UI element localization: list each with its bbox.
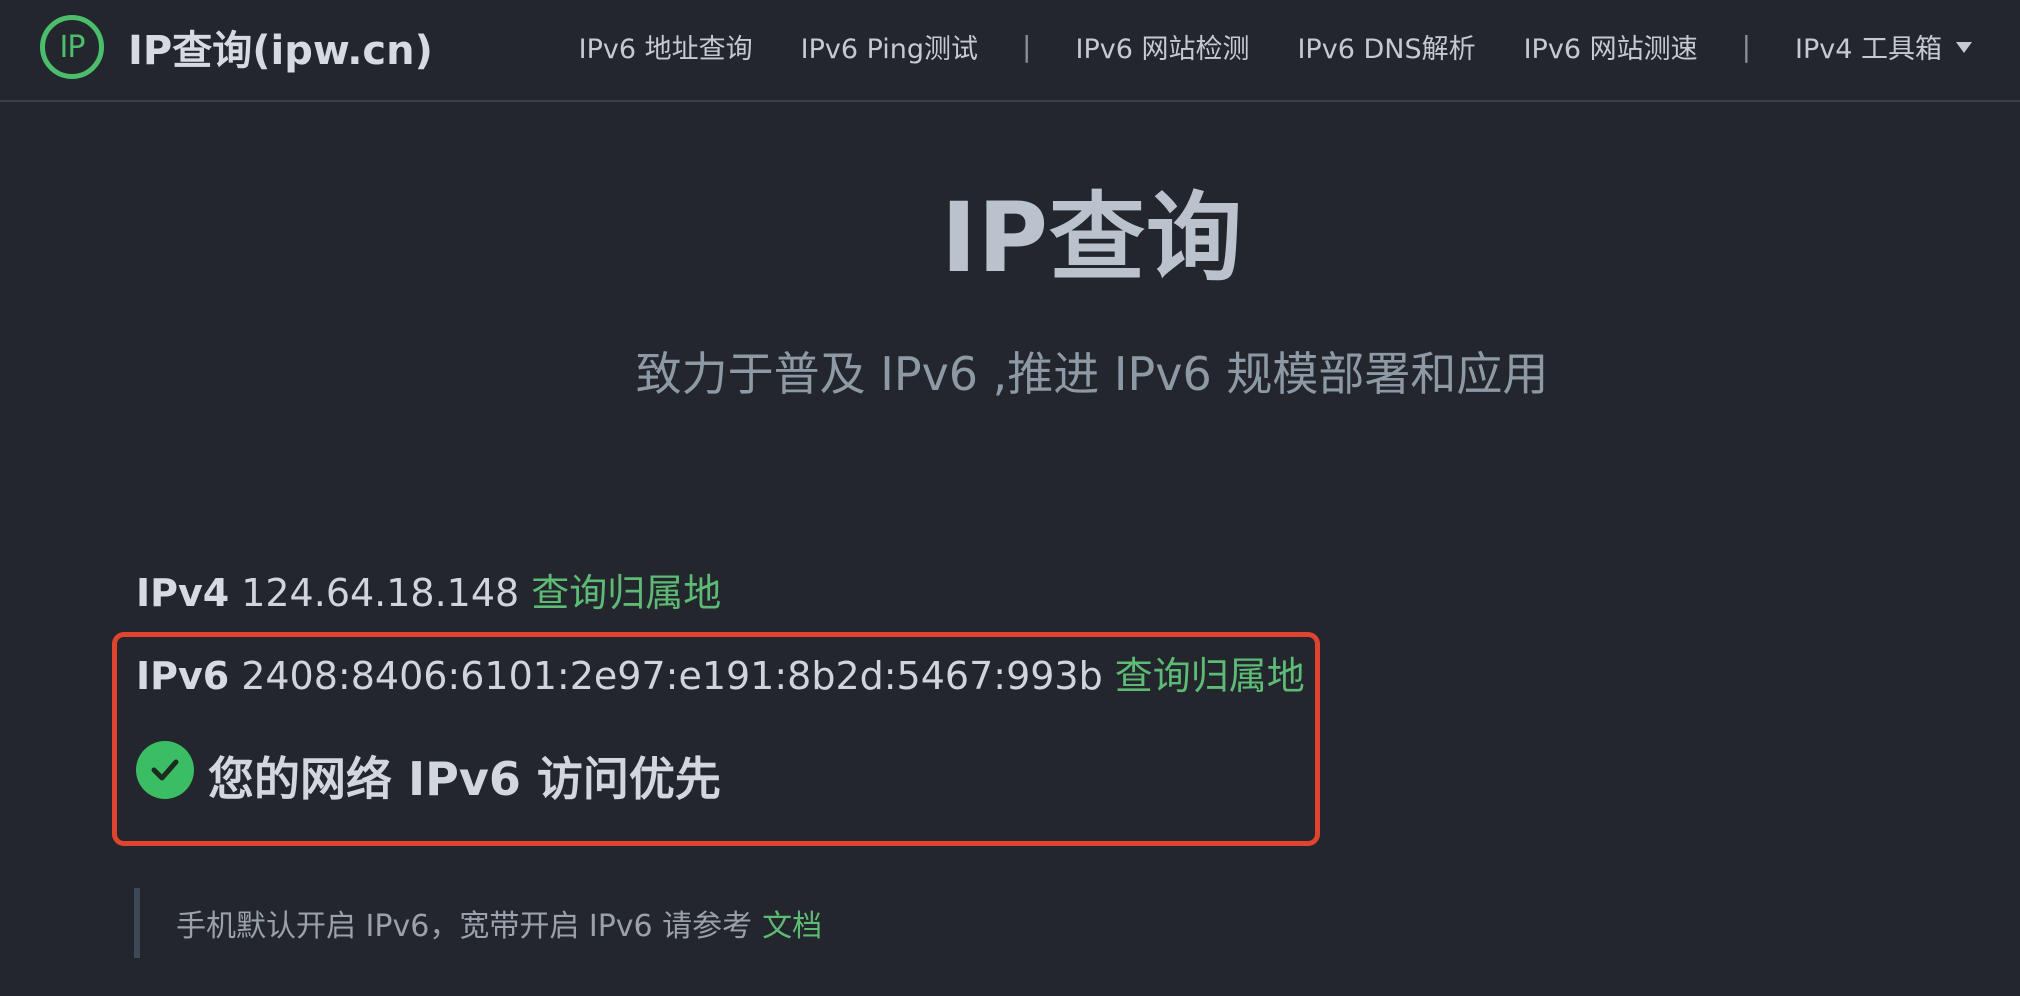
- nav-separator: |: [1022, 29, 1032, 63]
- ipv4-row: IPv4 124.64.18.148 查询归属地: [136, 562, 721, 617]
- status-text: 您的网络 IPv6 访问优先: [208, 752, 721, 806]
- ipv4-lookup-link[interactable]: 查询归属地: [531, 571, 721, 615]
- nav-links: IPv6 地址查询 IPv6 Ping测试 | IPv6 网站检测 IPv6 D…: [555, 0, 1996, 92]
- nav-link-ipv6-ping[interactable]: IPv6 Ping测试: [777, 27, 1002, 66]
- ipv4-label: IPv4: [136, 571, 230, 615]
- docs-link[interactable]: 文档: [762, 901, 822, 945]
- nav-link-ipv6-dns[interactable]: IPv6 DNS解析: [1273, 27, 1499, 66]
- ipv6-status: 您的网络 IPv6 访问优先: [136, 740, 721, 812]
- nav-dropdown-label: IPv4 工具箱: [1795, 33, 1942, 65]
- nav-link-ipv6-site-check[interactable]: IPv6 网站检测: [1051, 27, 1273, 66]
- ipv6-address: 2408:8406:6101:2e97:e191:8b2d:5467:993b: [241, 654, 1103, 698]
- ipv6-row: IPv6 2408:8406:6101:2e97:e191:8b2d:5467:9…: [136, 645, 1305, 700]
- ipv6-lookup-link[interactable]: 查询归属地: [1115, 654, 1305, 698]
- brand-name[interactable]: IP查询(ipw.cn): [128, 18, 433, 76]
- brand-logo-icon[interactable]: IP: [40, 15, 104, 79]
- page-subtitle: 致力于普及 IPv6 ,推进 IPv6 规模部署和应用: [635, 347, 1549, 401]
- brand[interactable]: IP IP查询(ipw.cn): [40, 14, 433, 80]
- ipv4-address: 124.64.18.148: [241, 571, 520, 615]
- top-navbar: IP IP查询(ipw.cn) IPv6 地址查询 IPv6 Ping测试 | …: [0, 0, 2020, 102]
- nav-link-ipv6-speed-test[interactable]: IPv6 网站测速: [1500, 27, 1722, 66]
- check-circle-icon: [136, 741, 194, 799]
- page-title: IP查询: [940, 182, 1244, 294]
- nav-dropdown-ipv4-toolbox[interactable]: IPv4 工具箱: [1771, 27, 1996, 66]
- ipv6-label: IPv6: [136, 654, 230, 698]
- help-note: 手机默认开启 IPv6，宽带开启 IPv6 请参考 文档: [134, 888, 822, 958]
- checkmark-icon: [151, 759, 179, 781]
- nav-separator: |: [1741, 29, 1752, 63]
- nav-link-ipv6-address-lookup[interactable]: IPv6 地址查询: [555, 27, 777, 66]
- caret-down-icon: [1956, 41, 1972, 53]
- help-note-text: 手机默认开启 IPv6，宽带开启 IPv6 请参考: [176, 909, 753, 944]
